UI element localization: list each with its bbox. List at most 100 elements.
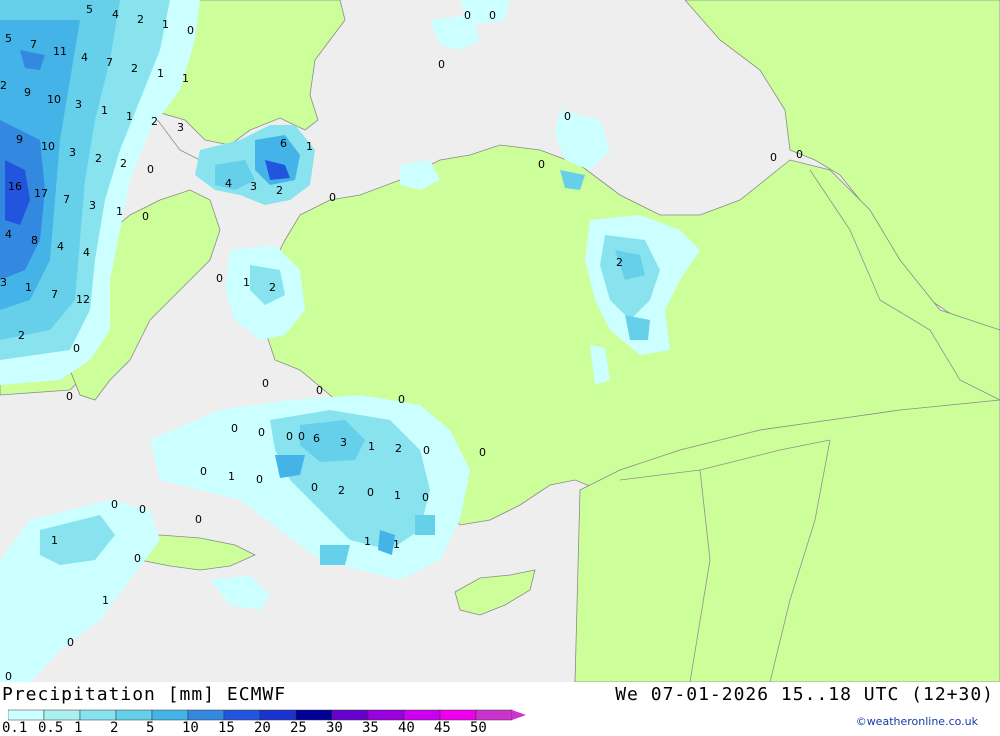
legend-swatch	[295, 709, 333, 721]
precip-value: 1	[394, 489, 401, 502]
legend-label: 20	[254, 720, 271, 736]
precip-value: 0	[256, 473, 263, 486]
legend-label: 30	[326, 720, 343, 736]
precip-value: 0	[200, 465, 207, 478]
precip-value: 0	[538, 158, 545, 171]
precip-value: 7	[106, 56, 113, 69]
precip-value: 1	[25, 281, 32, 294]
precip-value: 1	[182, 72, 189, 85]
precip-value: 2	[151, 115, 158, 128]
precip-value: 1	[126, 110, 133, 123]
precip-value: 0	[147, 163, 154, 176]
precip-value: 1	[228, 470, 235, 483]
precip-value: 1	[368, 440, 375, 453]
legend-label: 10	[182, 720, 199, 736]
precip-value: 0	[134, 552, 141, 565]
precip-value: 2	[95, 152, 102, 165]
precipitation-legend: 0.1 0.5 1 2 5 10 15 20 25 30 35 40 45 50	[2, 708, 528, 736]
precip-value: 2	[131, 62, 138, 75]
precip-value: 1	[116, 205, 123, 218]
precip-value: 0	[258, 426, 265, 439]
precip-value: 0	[286, 430, 293, 443]
precip-value: 0	[464, 9, 471, 22]
precip-value: 7	[63, 193, 70, 206]
legend-label: 50	[470, 720, 487, 736]
precip-value: 0	[262, 377, 269, 390]
precip-value: 2	[0, 79, 7, 92]
precip-value: 1	[51, 534, 58, 547]
legend-label: 35	[362, 720, 379, 736]
credit-link[interactable]: ©weatheronline.co.uk	[856, 715, 978, 728]
legend-label: 0.1	[2, 720, 28, 736]
precip-value: 2	[338, 484, 345, 497]
precip-value: 2	[120, 157, 127, 170]
precip-value: 0	[231, 422, 238, 435]
precip-value: 1	[102, 594, 109, 607]
precip-value: 4	[83, 246, 90, 259]
precip-value: 0	[422, 491, 429, 504]
legend-swatch	[43, 709, 81, 721]
precip-value: 8	[31, 234, 38, 247]
precip-value: 3	[340, 436, 347, 449]
legend-swatch	[79, 709, 117, 721]
precip-value: 12	[76, 293, 90, 306]
legend-swatch	[7, 709, 45, 721]
legend-swatch	[115, 709, 153, 721]
precip-value: 3	[75, 98, 82, 111]
precip-value: 0	[5, 670, 12, 682]
legend-swatch	[475, 709, 513, 721]
precip-value: 1	[243, 276, 250, 289]
legend-swatch	[223, 709, 261, 721]
precip-value: 1	[162, 18, 169, 31]
precip-value: 0	[111, 498, 118, 511]
precip-value: 9	[24, 86, 31, 99]
precip-value: 7	[30, 38, 37, 51]
precip-value: 0	[67, 636, 74, 649]
legend-arrow	[512, 710, 526, 720]
legend-label: 2	[110, 720, 119, 736]
legend-label: 45	[434, 720, 451, 736]
precip-value: 0	[66, 390, 73, 403]
legend-swatch	[187, 709, 225, 721]
precip-value: 4	[81, 51, 88, 64]
precip-value: 5	[5, 32, 12, 45]
precip-value: 0	[142, 210, 149, 223]
precip-value: 2	[269, 281, 276, 294]
precip-value: 0	[311, 481, 318, 494]
precip-value: 3	[69, 146, 76, 159]
legend-label: 5	[146, 720, 155, 736]
precip-value: 0	[423, 444, 430, 457]
precip-value: 10	[47, 93, 61, 106]
map-footer: Precipitation [mm] ECMWF We 07-01-2026 1…	[0, 682, 1000, 736]
precip-value: 0	[438, 58, 445, 71]
precip-value: 2	[616, 256, 623, 269]
precip-value: 0	[796, 148, 803, 161]
precip-value: 0	[298, 430, 305, 443]
precip-value: 2	[137, 13, 144, 26]
precip-value: 0	[195, 513, 202, 526]
precip-value: 3	[177, 121, 184, 134]
precip-value: 0	[216, 272, 223, 285]
precip-value: 4	[112, 8, 119, 21]
precip-value: 2	[18, 329, 25, 342]
precip-value: 0	[489, 9, 496, 22]
precip-value: 11	[53, 45, 67, 58]
precip-value: 4	[5, 228, 12, 241]
precip-value: 5	[86, 3, 93, 16]
precip-value: 0	[329, 191, 336, 204]
precip-value: 1	[157, 67, 164, 80]
legend-swatch	[367, 709, 405, 721]
precip-value: 1	[393, 538, 400, 551]
legend-label: 25	[290, 720, 307, 736]
legend-label: 15	[218, 720, 235, 736]
precip-value: 3	[0, 276, 7, 289]
precip-value: 0	[139, 503, 146, 516]
legend-swatch	[259, 709, 297, 721]
precip-value: 2	[276, 184, 283, 197]
precip-value: 0	[187, 24, 194, 37]
precip-value: 0	[316, 384, 323, 397]
precip-value: 17	[34, 187, 48, 200]
legend-swatch	[331, 709, 369, 721]
legend-swatch	[403, 709, 441, 721]
precip-value: 1	[364, 535, 371, 548]
